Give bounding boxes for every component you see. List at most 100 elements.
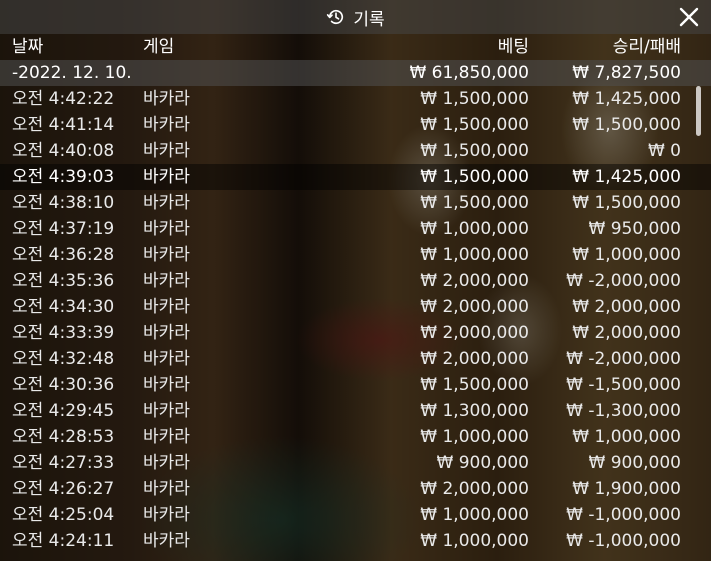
table-row[interactable]: 오전 4:24:11 바카라 ₩ 1,000,000 ₩ -1,000,000 xyxy=(0,528,711,554)
row-game: 바카라 xyxy=(143,505,190,525)
scrollbar-thumb[interactable] xyxy=(696,86,701,136)
row-game: 바카라 xyxy=(143,271,190,291)
table-row[interactable]: 오전 4:36:28 바카라 ₩ 1,000,000 ₩ 1,000,000 xyxy=(0,242,711,268)
row-time: 오전 4:25:04 xyxy=(12,505,115,525)
row-game: 바카라 xyxy=(143,219,190,239)
row-time: 오전 4:33:39 xyxy=(12,323,115,343)
row-bet: ₩ 900,000 xyxy=(436,453,529,473)
table-row[interactable]: 오전 4:27:33 바카라 ₩ 900,000 ₩ 900,000 xyxy=(0,450,711,476)
row-win-loss: ₩ 1,425,000 xyxy=(572,167,681,187)
row-time: 오전 4:39:03 xyxy=(12,167,115,187)
close-icon[interactable] xyxy=(677,5,701,29)
row-game: 바카라 xyxy=(143,479,190,499)
row-game: 바카라 xyxy=(143,141,190,161)
table-row[interactable]: 오전 4:38:10 바카라 ₩ 1,500,000 ₩ 1,500,000 xyxy=(0,190,711,216)
row-bet: ₩ 2,000,000 xyxy=(420,479,529,499)
table-row[interactable]: 오전 4:28:53 바카라 ₩ 1,000,000 ₩ 1,000,000 xyxy=(0,424,711,450)
row-time: 오전 4:37:19 xyxy=(12,219,115,239)
summary-date: -2022. 12. 10. xyxy=(12,63,132,83)
table-row[interactable]: 오전 4:30:36 바카라 ₩ 1,500,000 ₩ -1,500,000 xyxy=(0,372,711,398)
row-game: 바카라 xyxy=(143,453,190,473)
row-time: 오전 4:42:22 xyxy=(12,89,115,109)
row-bet: ₩ 1,500,000 xyxy=(420,375,529,395)
row-time: 오전 4:27:33 xyxy=(12,453,115,473)
row-game: 바카라 xyxy=(143,427,190,447)
column-header-row: 날짜 게임 베팅 승리/패배 xyxy=(0,34,711,60)
title-group: 기록 xyxy=(326,5,385,30)
row-game: 바카라 xyxy=(143,167,190,187)
table-row[interactable]: 오전 4:35:36 바카라 ₩ 2,000,000 ₩ -2,000,000 xyxy=(0,268,711,294)
column-header-bet[interactable]: 베팅 xyxy=(498,34,529,60)
row-time: 오전 4:24:11 xyxy=(12,531,115,551)
row-game: 바카라 xyxy=(143,193,190,213)
summary-bet-total: ₩ 61,850,000 xyxy=(409,63,529,83)
row-time: 오전 4:26:27 xyxy=(12,479,115,499)
row-bet: ₩ 1,000,000 xyxy=(420,219,529,239)
row-win-loss: ₩ -1,000,000 xyxy=(566,531,681,551)
row-bet: ₩ 1,000,000 xyxy=(420,505,529,525)
history-icon xyxy=(327,9,344,25)
row-win-loss: ₩ 2,000,000 xyxy=(572,323,681,343)
row-bet: ₩ 2,000,000 xyxy=(420,349,529,369)
row-game: 바카라 xyxy=(143,115,190,135)
history-list: -2022. 12. 10. ₩ 61,850,000 ₩ 7,827,500 … xyxy=(0,60,711,561)
row-time: 오전 4:30:36 xyxy=(12,375,115,395)
row-win-loss: ₩ -2,000,000 xyxy=(566,349,681,369)
row-time: 오전 4:41:14 xyxy=(12,115,115,135)
scrollbar[interactable] xyxy=(696,86,701,551)
table-row[interactable]: 오전 4:34:30 바카라 ₩ 2,000,000 ₩ 2,000,000 xyxy=(0,294,711,320)
row-bet: ₩ 1,000,000 xyxy=(420,427,529,447)
row-game: 바카라 xyxy=(143,323,190,343)
row-win-loss: ₩ 1,500,000 xyxy=(572,115,681,135)
table-row-hovered[interactable]: 오전 4:39:03 바카라 ₩ 1,500,000 ₩ 1,425,000 xyxy=(0,164,711,190)
row-bet: ₩ 1,000,000 xyxy=(420,531,529,551)
row-bet: ₩ 1,500,000 xyxy=(420,167,529,187)
row-game: 바카라 xyxy=(143,401,190,421)
table-row[interactable]: 오전 4:29:45 바카라 ₩ 1,300,000 ₩ -1,300,000 xyxy=(0,398,711,424)
row-win-loss: ₩ 900,000 xyxy=(588,453,681,473)
row-win-loss: ₩ -1,000,000 xyxy=(566,505,681,525)
table-row[interactable]: 오전 4:25:04 바카라 ₩ 1,000,000 ₩ -1,000,000 xyxy=(0,502,711,528)
row-time: 오전 4:38:10 xyxy=(12,193,115,213)
column-header-date[interactable]: 날짜 xyxy=(12,34,43,60)
row-win-loss: ₩ -2,000,000 xyxy=(566,271,681,291)
row-win-loss: ₩ 950,000 xyxy=(588,219,681,239)
row-bet: ₩ 1,500,000 xyxy=(420,193,529,213)
column-header-win-loss[interactable]: 승리/패배 xyxy=(613,34,681,60)
table-row[interactable]: 오전 4:37:19 바카라 ₩ 1,000,000 ₩ 950,000 xyxy=(0,216,711,242)
row-game: 바카라 xyxy=(143,375,190,395)
row-bet: ₩ 2,000,000 xyxy=(420,271,529,291)
table-row[interactable]: 오전 4:26:27 바카라 ₩ 2,000,000 ₩ 1,900,000 xyxy=(0,476,711,502)
row-bet: ₩ 1,000,000 xyxy=(420,245,529,265)
row-time: 오전 4:35:36 xyxy=(12,271,115,291)
row-time: 오전 4:28:53 xyxy=(12,427,115,447)
row-bet: ₩ 1,500,000 xyxy=(420,141,529,161)
row-win-loss: ₩ 1,425,000 xyxy=(572,89,681,109)
title-bar: 기록 xyxy=(0,0,711,34)
row-game: 바카라 xyxy=(143,531,190,551)
row-bet: ₩ 1,300,000 xyxy=(420,401,529,421)
date-summary-row[interactable]: -2022. 12. 10. ₩ 61,850,000 ₩ 7,827,500 xyxy=(0,60,711,86)
row-bet: ₩ 2,000,000 xyxy=(420,323,529,343)
row-time: 오전 4:40:08 xyxy=(12,141,115,161)
row-time: 오전 4:34:30 xyxy=(12,297,115,317)
table-row[interactable]: 오전 4:42:22 바카라 ₩ 1,500,000 ₩ 1,425,000 xyxy=(0,86,711,112)
table-row[interactable]: 오전 4:33:39 바카라 ₩ 2,000,000 ₩ 2,000,000 xyxy=(0,320,711,346)
row-game: 바카라 xyxy=(143,89,190,109)
table-row[interactable]: 오전 4:40:08 바카라 ₩ 1,500,000 ₩ 0 xyxy=(0,138,711,164)
row-time: 오전 4:36:28 xyxy=(12,245,115,265)
row-bet: ₩ 1,500,000 xyxy=(420,115,529,135)
row-win-loss: ₩ 2,000,000 xyxy=(572,297,681,317)
summary-win-loss-total: ₩ 7,827,500 xyxy=(572,63,681,83)
row-win-loss: ₩ 1,900,000 xyxy=(572,479,681,499)
column-header-game[interactable]: 게임 xyxy=(143,34,174,60)
row-bet: ₩ 1,500,000 xyxy=(420,89,529,109)
row-win-loss: ₩ 1,500,000 xyxy=(572,193,681,213)
row-win-loss: ₩ 0 xyxy=(647,141,681,161)
row-win-loss: ₩ 1,000,000 xyxy=(572,245,681,265)
table-row[interactable]: 오전 4:32:48 바카라 ₩ 2,000,000 ₩ -2,000,000 xyxy=(0,346,711,372)
table-row[interactable]: 오전 4:41:14 바카라 ₩ 1,500,000 ₩ 1,500,000 xyxy=(0,112,711,138)
window-title: 기록 xyxy=(353,9,385,30)
row-game: 바카라 xyxy=(143,297,190,317)
row-win-loss: ₩ -1,300,000 xyxy=(566,401,681,421)
